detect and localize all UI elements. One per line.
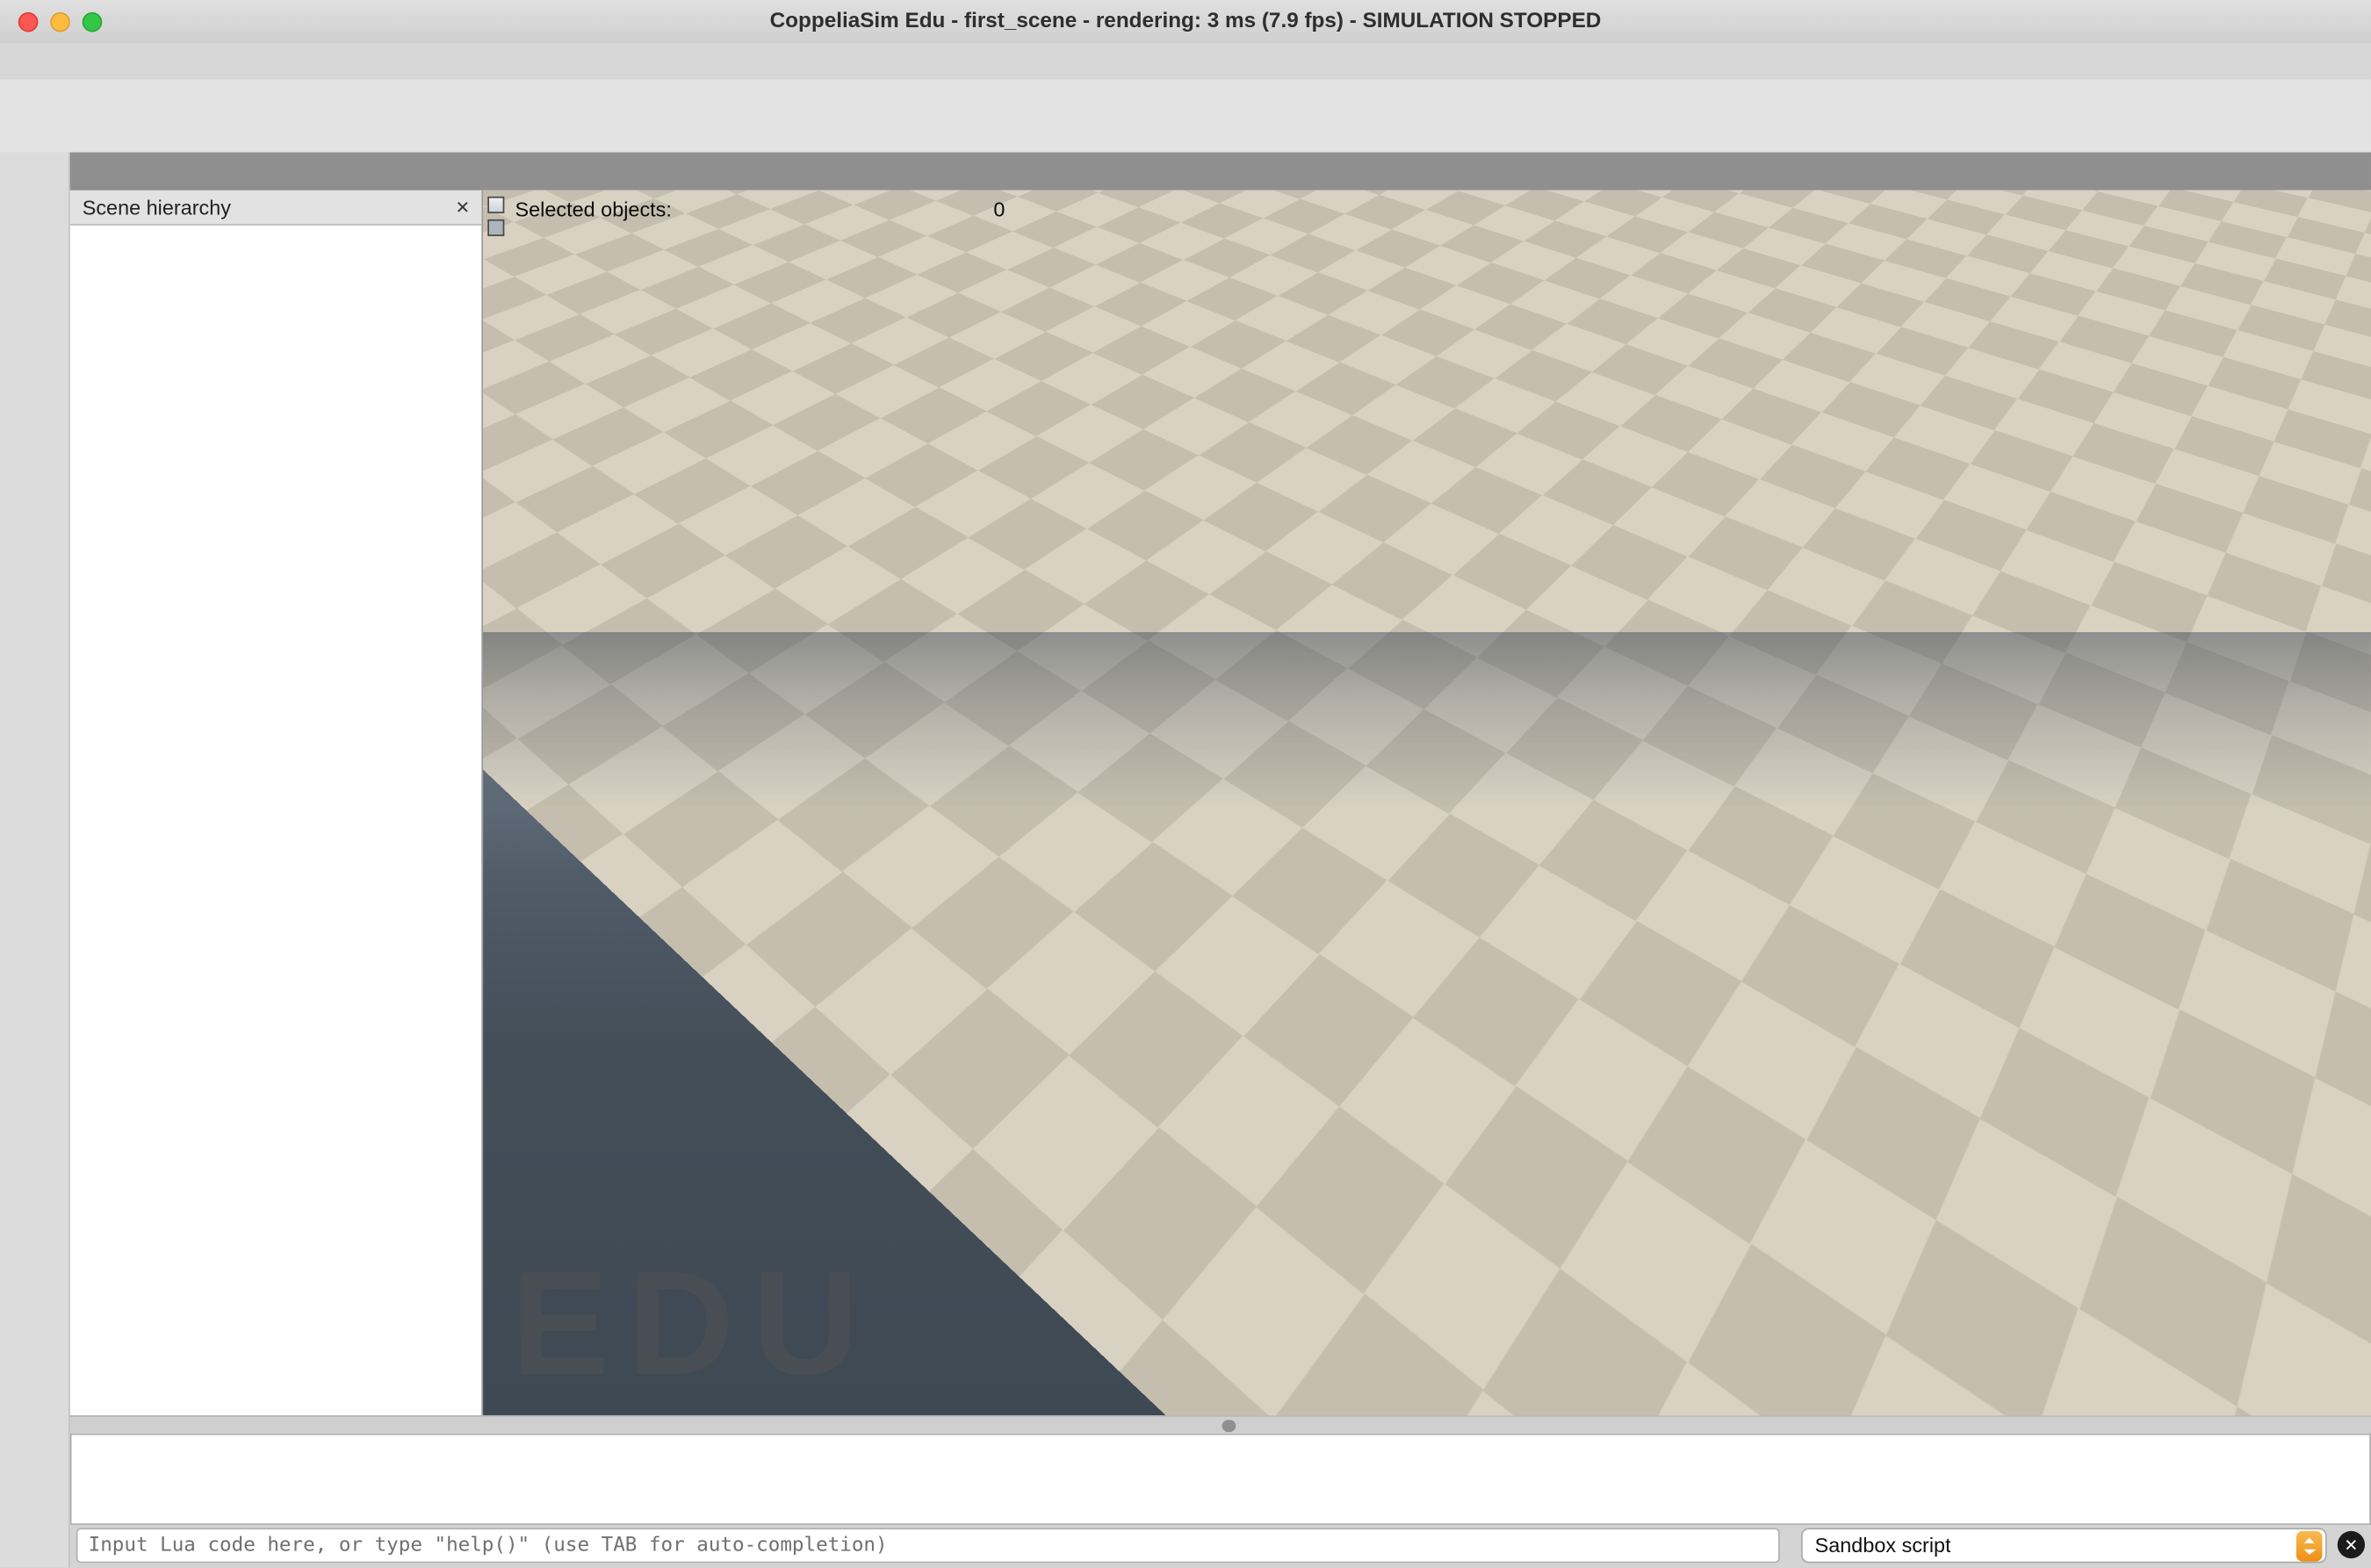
script-selector-value: Sandbox script [1815, 1534, 1951, 1557]
titlebar: CoppeliaSim Edu - first_scene - renderin… [0, 0, 2371, 44]
selected-objects-count: 0 [993, 198, 1005, 221]
scene-objects [483, 191, 2371, 1415]
viewport-3d[interactable]: EDU Selected objects: 0 [483, 191, 2371, 1415]
scene-tabs [70, 153, 2371, 191]
status-log [70, 1434, 2371, 1525]
hierarchy-title: Scene hierarchy [83, 196, 231, 219]
console-bar: Sandbox script ✕ [70, 1525, 2371, 1568]
hierarchy-header: Scene hierarchy × [70, 191, 482, 226]
menu-bar [0, 43, 2371, 81]
selection-info-overlay: Selected objects: 0 [486, 193, 1127, 245]
scrollbar-thumb[interactable] [1222, 1420, 1236, 1432]
selected-objects-label: Selected objects: [515, 198, 671, 221]
viewport-scrollbar[interactable] [70, 1415, 2371, 1434]
left-toolbar [0, 153, 70, 1568]
stepper-icon[interactable] [2296, 1530, 2322, 1561]
scene-hierarchy-panel: Scene hierarchy × [70, 191, 483, 1415]
window-title: CoppeliaSim Edu - first_scene - renderin… [0, 8, 2371, 32]
toolbar [0, 79, 2371, 154]
close-hierarchy-icon[interactable]: × [456, 196, 469, 219]
lua-input[interactable] [76, 1528, 1780, 1563]
overlay-window-icon[interactable] [487, 197, 504, 213]
hierarchy-tree [70, 226, 482, 230]
overlay-page-icon[interactable] [487, 219, 504, 236]
script-selector[interactable]: Sandbox script [1801, 1528, 2327, 1563]
console-close-button[interactable]: ✕ [2338, 1531, 2365, 1558]
app-window: CoppeliaSim Edu - first_scene - renderin… [0, 0, 2371, 1568]
